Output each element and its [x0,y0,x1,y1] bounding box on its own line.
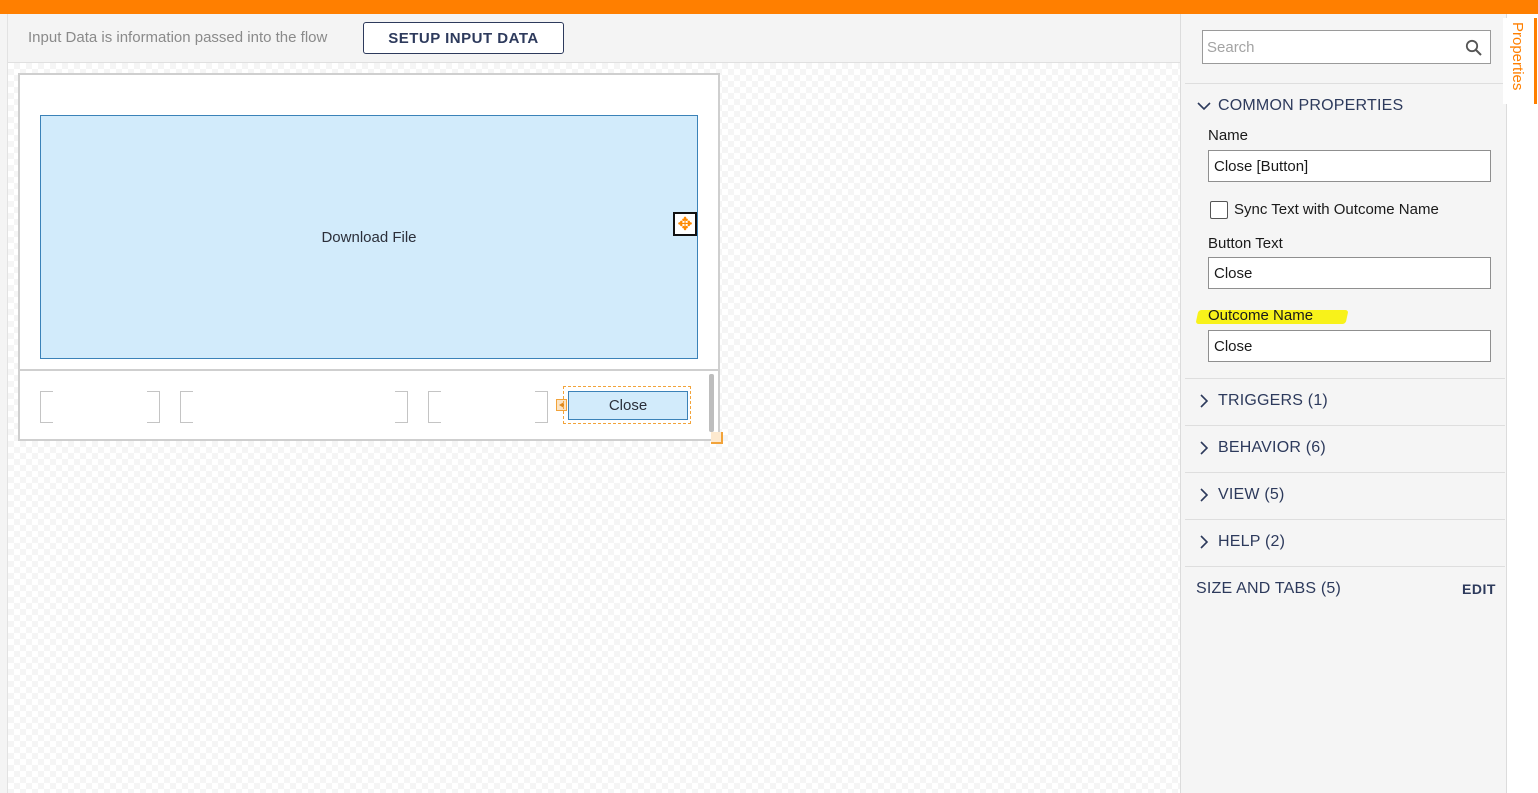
magnifier-icon[interactable] [1465,39,1483,57]
move-arrows-icon[interactable]: ✥ [673,212,697,236]
section-label: VIEW (5) [1218,486,1285,503]
outcome-name-field[interactable] [1208,330,1491,362]
separator [1185,83,1505,84]
setup-input-data-button[interactable]: SETUP INPUT DATA [363,22,564,54]
button-text-field[interactable] [1208,257,1491,289]
separator [1185,519,1505,520]
properties-side-tab[interactable]: Properties [1503,18,1537,104]
chevron-right-icon [1200,535,1209,549]
sync-text-checkbox[interactable] [1210,201,1228,219]
input-data-bar: Input Data is information passed into th… [8,14,1180,63]
section-label: BEHAVIOR (6) [1218,439,1326,456]
button-slot-1[interactable] [40,391,160,423]
name-field[interactable] [1208,150,1491,182]
section-behavior[interactable]: BEHAVIOR (6) [1196,439,1326,457]
size-and-tabs-label: SIZE AND TABS (5) [1196,580,1342,597]
button-slot-3[interactable] [428,391,548,423]
input-data-message: Input Data is information passed into th… [28,29,328,46]
left-edge-rail [0,14,8,793]
sync-text-label: Sync Text with Outcome Name [1234,201,1439,218]
properties-tab-label: Properties [1509,22,1526,91]
separator [1185,425,1505,426]
section-help[interactable]: HELP (2) [1196,533,1285,551]
form-scrollbar[interactable] [709,374,714,432]
download-file-label: Download File [321,228,417,246]
download-file-panel[interactable]: Download File [40,115,698,359]
separator [1185,566,1505,567]
search-input[interactable] [1207,37,1457,57]
name-label: Name [1208,127,1249,144]
chevron-right-icon [1200,394,1209,408]
chevron-down-icon [1197,102,1211,110]
section-size-and-tabs: SIZE AND TABS (5) [1196,580,1341,598]
form-divider [20,369,718,371]
separator [1185,472,1505,473]
section-triggers[interactable]: TRIGGERS (1) [1196,392,1328,410]
section-label: TRIGGERS (1) [1218,392,1328,409]
side-tab-rail [1506,14,1538,793]
section-view[interactable]: VIEW (5) [1196,486,1285,504]
button-slot-2[interactable] [180,391,408,423]
properties-panel: COMMON PROPERTIES Name Sync Text with Ou… [1180,14,1506,793]
edit-size-tabs-link[interactable]: EDIT [1462,581,1496,597]
section-label: HELP (2) [1218,533,1286,550]
chevron-right-icon [1200,441,1209,455]
button-text-label: Button Text [1208,235,1283,252]
outcome-name-label: Outcome Name [1208,307,1314,324]
top-accent-bar [0,0,1538,14]
common-properties-title: COMMON PROPERTIES [1218,97,1404,114]
close-button[interactable]: Close [568,391,688,420]
search-box[interactable] [1202,30,1491,64]
common-properties-header[interactable]: COMMON PROPERTIES [1196,97,1403,115]
separator [1185,378,1505,379]
chevron-right-icon [1200,488,1209,502]
resize-corner-icon[interactable] [711,432,723,444]
